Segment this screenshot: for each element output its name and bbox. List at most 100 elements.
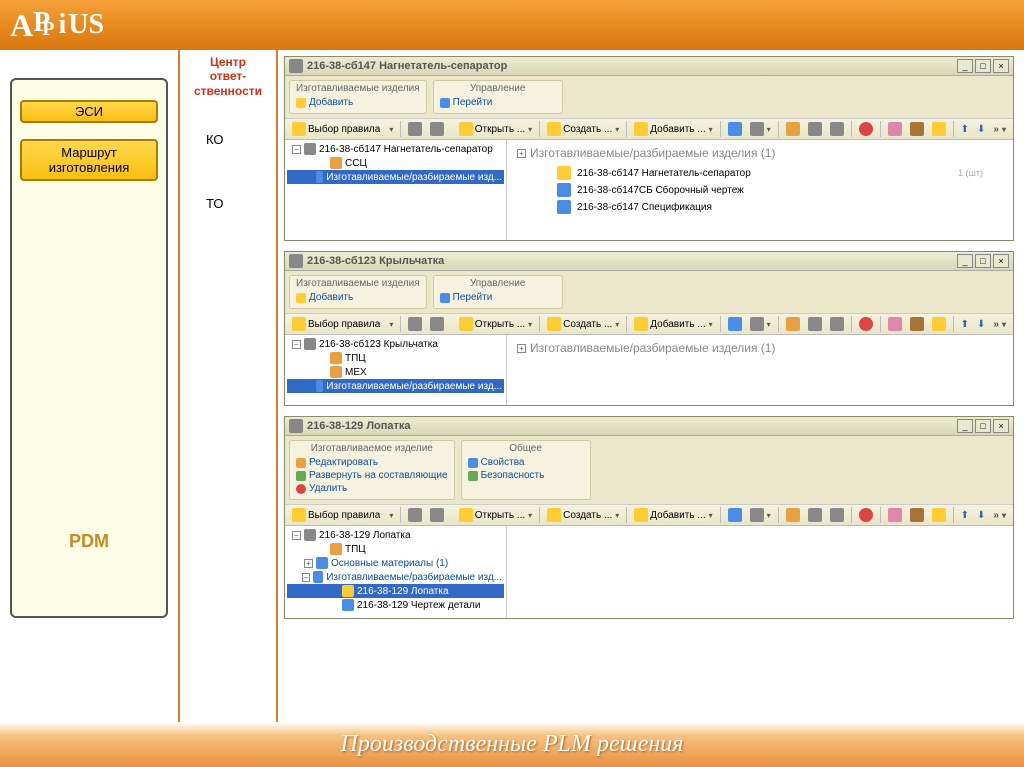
btn-esi[interactable]: ЭСИ [20, 100, 158, 123]
paste-button[interactable] [827, 507, 847, 523]
save-button[interactable] [725, 121, 745, 137]
up-button[interactable]: ⬆ [958, 509, 972, 522]
toolbar-button[interactable] [427, 507, 447, 523]
detail-item[interactable]: 216-38-сб147 Нагнетатель-сепаратор1 (шт) [557, 166, 1003, 180]
toolbar-button[interactable]: Добавить ... [631, 121, 715, 137]
ribbon-action[interactable]: Перейти [440, 291, 556, 304]
toolbar-button[interactable]: Добавить ... [631, 316, 715, 332]
tree-node[interactable]: ССЦ [287, 156, 504, 170]
more-button[interactable]: » [990, 509, 1009, 522]
expand-toggle[interactable]: + [517, 344, 526, 353]
toolbar-button[interactable] [747, 507, 774, 523]
copy-button[interactable] [805, 507, 825, 523]
dropdown[interactable] [385, 124, 396, 135]
close-button[interactable]: × [993, 59, 1009, 73]
expand-toggle[interactable]: − [292, 340, 301, 349]
maximize-button[interactable]: □ [975, 419, 991, 433]
toolbar-button[interactable] [907, 316, 927, 332]
tree-node[interactable]: +Основные материалы (1) [287, 556, 504, 570]
save-button[interactable] [725, 507, 745, 523]
toolbar-button[interactable]: Создать ... [544, 121, 622, 137]
btn-route[interactable]: Маршрут изготовления [20, 139, 158, 181]
down-button[interactable]: ⬇ [974, 509, 988, 522]
maximize-button[interactable]: □ [975, 254, 991, 268]
tree-node[interactable]: Изготавливаемые/разбираемые изд... [287, 170, 504, 184]
rule-select-button[interactable]: Выбор правила [289, 507, 383, 523]
up-button[interactable]: ⬆ [958, 318, 972, 331]
more-button[interactable]: » [990, 318, 1009, 331]
tree-node[interactable]: ТПЦ [287, 542, 504, 556]
down-button[interactable]: ⬇ [974, 318, 988, 331]
toolbar-button[interactable] [405, 121, 425, 137]
toolbar-button[interactable] [427, 316, 447, 332]
ribbon-action[interactable]: Развернуть на составляющие [296, 469, 448, 482]
toolbar-button[interactable]: Открыть ... [456, 316, 535, 332]
paste-button[interactable] [827, 316, 847, 332]
dropdown[interactable] [385, 319, 396, 330]
toolbar-button[interactable] [929, 507, 949, 523]
minimize-button[interactable]: _ [957, 59, 973, 73]
toolbar-button[interactable]: Создать ... [544, 316, 622, 332]
toolbar-button[interactable] [907, 507, 927, 523]
toolbar-button[interactable] [747, 121, 774, 137]
ribbon-action[interactable]: Свойства [468, 456, 584, 469]
close-button[interactable]: × [993, 419, 1009, 433]
toolbar-button[interactable]: Добавить ... [631, 507, 715, 523]
ribbon-action[interactable]: Перейти [440, 96, 556, 109]
expand-toggle[interactable]: − [292, 531, 301, 540]
expand-toggle[interactable]: − [302, 573, 310, 582]
ribbon-action[interactable]: Редактировать [296, 456, 448, 469]
toolbar-button[interactable] [907, 121, 927, 137]
expand-toggle[interactable]: − [292, 145, 301, 154]
delete-button[interactable] [856, 316, 876, 332]
cut-button[interactable] [783, 316, 803, 332]
tree-node[interactable]: 216-38-129 Чертеж детали [287, 598, 504, 612]
tree-node[interactable]: −216-38-129 Лопатка [287, 528, 504, 542]
toolbar-button[interactable] [929, 316, 949, 332]
up-button[interactable]: ⬆ [958, 123, 972, 136]
save-button[interactable] [725, 316, 745, 332]
copy-button[interactable] [805, 316, 825, 332]
tree-node[interactable]: 216-38-129 Лопатка [287, 584, 504, 598]
ribbon-action[interactable]: Удалить [296, 482, 448, 495]
tree-node[interactable]: Изготавливаемые/разбираемые изд... [287, 379, 504, 393]
expand-toggle[interactable]: + [517, 149, 526, 158]
title-bar[interactable]: 216-38-сб123 Крыльчатка _ □ × [285, 252, 1013, 271]
tree-node[interactable]: −216-38-сб147 Нагнетатель-сепаратор [287, 142, 504, 156]
toolbar-button[interactable] [929, 121, 949, 137]
detail-item[interactable]: 216-38-сб147 Спецификация [557, 200, 1003, 214]
more-button[interactable]: » [990, 123, 1009, 136]
tree-node[interactable]: −216-38-сб123 Крыльчатка [287, 337, 504, 351]
dropdown[interactable] [385, 510, 396, 521]
toolbar-button[interactable] [427, 121, 447, 137]
copy-button[interactable] [805, 121, 825, 137]
minimize-button[interactable]: _ [957, 254, 973, 268]
title-bar[interactable]: 216-38-сб147 Нагнетатель-сепаратор _ □ × [285, 57, 1013, 76]
toolbar-button[interactable]: Создать ... [544, 507, 622, 523]
toolbar-button[interactable] [885, 121, 905, 137]
ribbon-action[interactable]: Безопасность [468, 469, 584, 482]
tree-node[interactable]: МЕХ [287, 365, 504, 379]
ribbon-action[interactable]: Добавить [296, 96, 420, 109]
down-button[interactable]: ⬇ [974, 123, 988, 136]
ribbon-action[interactable]: Добавить [296, 291, 420, 304]
toolbar-button[interactable] [405, 316, 425, 332]
toolbar-button[interactable]: Открыть ... [456, 507, 535, 523]
close-button[interactable]: × [993, 254, 1009, 268]
tree-node[interactable]: −Изготавливаемые/разбираемые изд... [287, 570, 504, 584]
toolbar-button[interactable]: Открыть ... [456, 121, 535, 137]
tree-node[interactable]: ТПЦ [287, 351, 504, 365]
toolbar-button[interactable] [747, 316, 774, 332]
toolbar-button[interactable] [885, 507, 905, 523]
cut-button[interactable] [783, 507, 803, 523]
title-bar[interactable]: 216-38-129 Лопатка _ □ × [285, 417, 1013, 436]
toolbar-button[interactable] [885, 316, 905, 332]
cut-button[interactable] [783, 121, 803, 137]
rule-select-button[interactable]: Выбор правила [289, 121, 383, 137]
expand-toggle[interactable]: + [304, 559, 313, 568]
minimize-button[interactable]: _ [957, 419, 973, 433]
maximize-button[interactable]: □ [975, 59, 991, 73]
paste-button[interactable] [827, 121, 847, 137]
delete-button[interactable] [856, 507, 876, 523]
delete-button[interactable] [856, 121, 876, 137]
